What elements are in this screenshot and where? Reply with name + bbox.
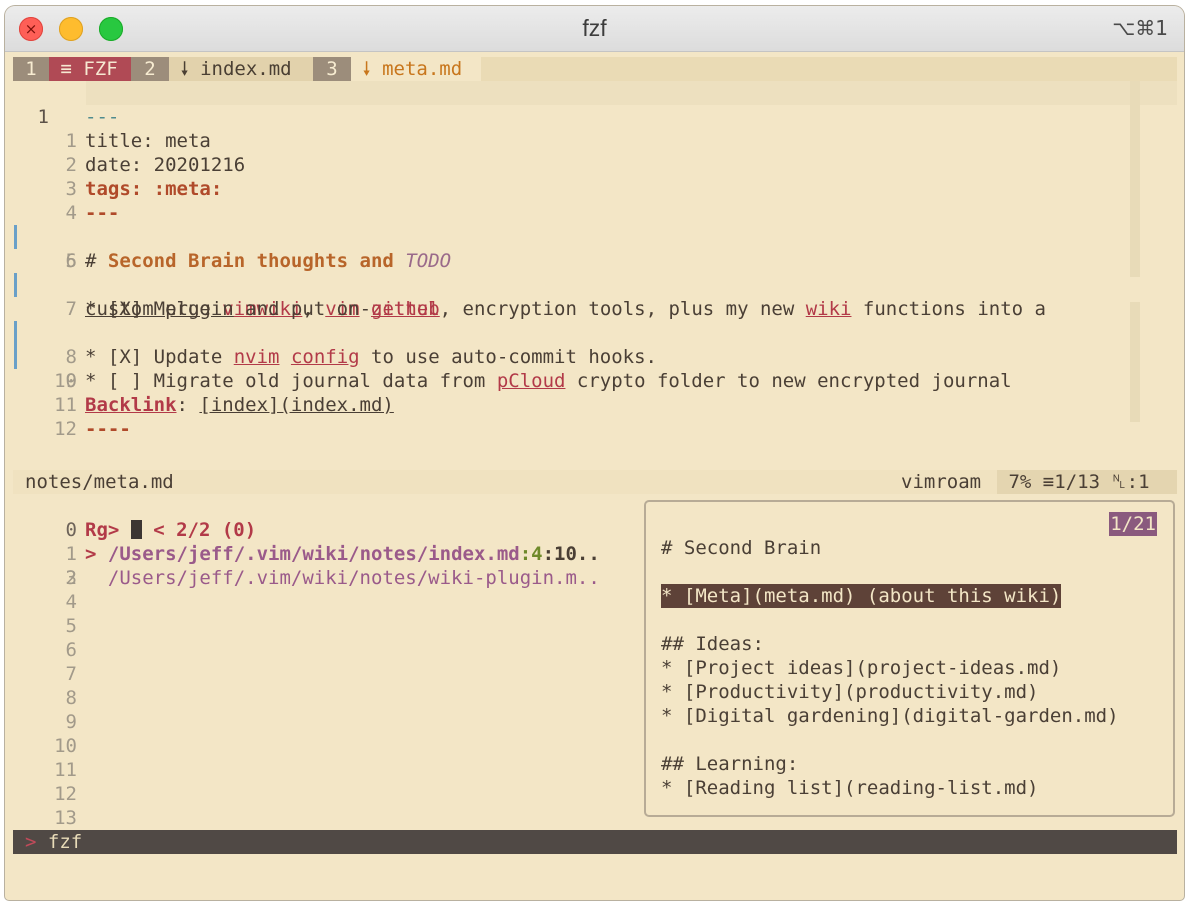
line-number: 8 [65,687,77,709]
status-position: 7% ≡1/13 ␤:1 [997,470,1177,494]
preview-line: * [Reading list](reading-list.md) [661,777,1039,799]
title-bar: × fzf ⌥⌘1 [5,6,1184,52]
preview-highlighted-line: * [Meta](meta.md) (about this wiki) [661,584,1062,608]
line-number: 7 [65,663,77,685]
tab-label: FZF [83,58,118,80]
editor-line[interactable]: 1 title: meta [13,105,1177,152]
editor-line[interactable]: 5 # Second Brain thoughts and TODO [13,201,1177,272]
line-number: 12 [54,783,77,805]
lines-icon: ≡ [1042,471,1055,493]
line-number: 5 [65,615,77,637]
line-number: 6 [65,639,77,661]
editor-line[interactable]: 4 --- [13,177,1177,224]
line-number: 4 [65,591,77,613]
tab-2-number[interactable]: 2 [131,57,169,81]
terminal-window: × fzf ⌥⌘1 1 ≡ FZF 2 🠗 index.md 3 🠗 meta.… [5,6,1184,900]
preview-line: ## Ideas: [661,633,764,655]
line-number: 11 [54,759,77,781]
editor-line[interactable]: 10 [13,345,1177,392]
line-number: 9 [65,711,77,733]
fzf-preview-window[interactable]: 1/21 # Second Brain * [Meta](meta.md) (a… [644,500,1175,817]
column-icon: ␤ [1111,471,1127,493]
status-line-position: 1/13 [1054,471,1101,493]
editor-line[interactable]: 3 tags: :meta: [13,153,1177,200]
markdown-icon: 🠗 [180,58,189,80]
status-line: notes/meta.md vimroam 7% ≡1/13 ␤:1 [13,470,1177,494]
tab-label: meta.md [382,58,463,80]
editor-line[interactable]: 9 * [ ] Migrate old journal data from pCl… [13,321,1177,392]
tab-3-number[interactable]: 3 [313,57,351,81]
editor-line[interactable]: 8 * [X] Update nvim config to use auto-co… [13,297,1177,368]
preview-line: # Second Brain [661,537,822,559]
tab-index-md[interactable]: 🠗 index.md [169,57,313,81]
status-file-path: notes/meta.md [25,471,174,493]
editor-line[interactable]: 11 Backlink: [index](index.md) [13,369,1177,416]
command-prompt: > [25,831,37,853]
status-column: :1 [1126,471,1150,493]
line-number: 3 [65,567,77,589]
window-title: fzf [582,15,607,41]
tab-label: index.md [200,58,292,80]
tab-meta-md[interactable]: 🠗 meta.md [351,57,481,81]
list-icon: ≡ [60,58,72,80]
editor-line[interactable]: 1 --- [13,81,1177,128]
preview-scroll-counter: 1/21 [1109,512,1157,536]
preview-line: * [Project ideas](project-ideas.md) [661,657,1062,679]
command-line: > fzf [25,830,82,854]
tab-fzf[interactable]: ≡ FZF [49,57,131,81]
line-number: 12 [54,418,77,440]
fzf-result[interactable]: 2 /Users/jeff/.vim/wiki/notes/wiki-plugi… [13,542,633,589]
horizontal-rule: ---- [85,418,131,440]
status-filetype: vimroam [901,471,982,493]
editor-line[interactable]: 7 * [X] Merge vimwiki, vim-zettel, encryp… [13,249,1177,320]
preview-line: * [Digital gardening](digital-garden.md) [661,705,1119,727]
fzf-result-path: /Users/jeff/.vim/wiki/notes/wiki-plugin.… [107,567,600,589]
fzf-prompt-line[interactable]: 0 Rg> < 2/2 (0) [13,494,633,541]
tabline: 1 ≡ FZF 2 🠗 index.md 3 🠗 meta.md [13,57,1177,81]
editor-line[interactable]: 12 ---- [13,393,1177,440]
editor-line[interactable]: 6 [13,225,1177,272]
editor-line[interactable]: 2 date: 20201216 [13,129,1177,176]
command-text: fzf [47,831,83,853]
editor-line-wrap[interactable]: custom plugin and put on github [13,273,1177,320]
status-percent: 7% [1008,471,1032,493]
preview-line: ## Learning: [661,753,799,775]
line-number: 13 [54,807,77,829]
markdown-icon: 🠗 [362,58,371,80]
window-shortcut: ⌥⌘1 [1112,16,1168,40]
fzf-result[interactable]: 1 > /Users/jeff/.vim/wiki/notes/index.md:… [13,518,633,565]
line-number: 10 [54,735,77,757]
preview-line: * [Productivity](productivity.md) [661,681,1039,703]
terminal-status-bar: > fzf [13,830,1177,854]
tab-1-number[interactable]: 1 [13,57,49,81]
